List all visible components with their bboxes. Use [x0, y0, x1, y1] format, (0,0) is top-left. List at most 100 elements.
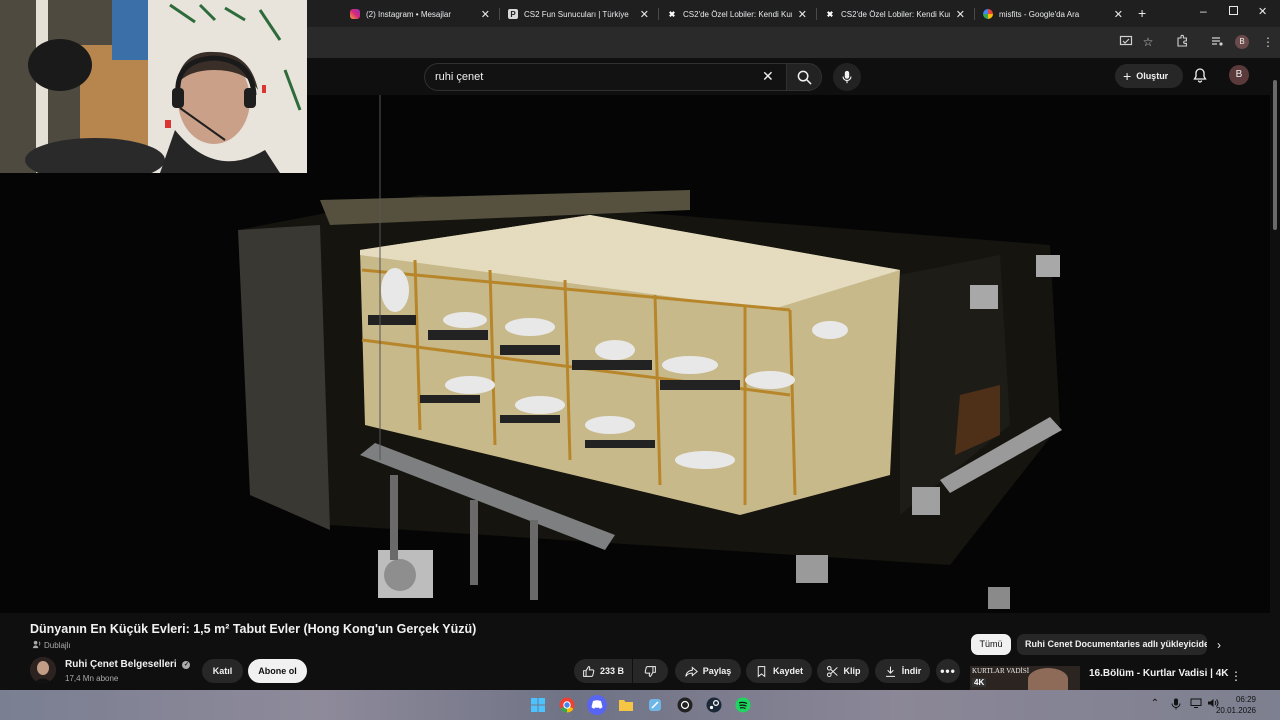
recommendation-thumbnail[interactable]: KURTLAR VADİSİ 4K — [970, 666, 1080, 690]
close-icon[interactable]: ✕ — [798, 8, 807, 21]
plus-icon: + — [1123, 68, 1132, 84]
thumbnail-face — [1028, 668, 1068, 690]
chevron-up-icon[interactable]: ⌃ — [1149, 698, 1161, 710]
kebab-menu-icon[interactable]: ⋮ — [1230, 669, 1242, 683]
more-actions-button[interactable]: ••• — [936, 659, 960, 683]
chip-all[interactable]: Tümü — [971, 634, 1011, 655]
close-icon[interactable]: ✕ — [956, 8, 965, 21]
create-label: Oluştur — [1136, 71, 1169, 81]
microphone-icon[interactable] — [1170, 698, 1182, 710]
site-icon: ✖ — [826, 9, 834, 19]
voice-search-button[interactable] — [833, 63, 861, 91]
scissors-icon — [826, 665, 838, 677]
subscribe-label: Abone ol — [258, 666, 297, 676]
thumbnail-badge: 4K — [972, 678, 987, 687]
discord-icon[interactable] — [587, 695, 607, 715]
close-icon[interactable]: ✕ — [640, 8, 649, 21]
dubbed-badge: Dublajlı — [32, 640, 71, 651]
share-button[interactable]: Paylaş — [675, 659, 741, 683]
cast-icon[interactable] — [1118, 34, 1134, 50]
scrollbar-thumb[interactable] — [1273, 80, 1277, 230]
google-icon — [983, 9, 993, 19]
thumbs-down-icon — [644, 665, 656, 677]
clock-time: 06:29 — [1235, 695, 1256, 704]
tab-instagram[interactable]: (2) Instagram • Mesajlar ✕ — [342, 3, 498, 25]
system-clock[interactable]: 06:29 20.01.2026 — [1216, 694, 1256, 716]
channel-avatar[interactable] — [30, 657, 56, 683]
thumbs-up-icon — [583, 665, 595, 677]
profile-avatar[interactable]: B — [1235, 35, 1249, 49]
notifications-bell-icon[interactable] — [1192, 67, 1208, 83]
github-icon[interactable] — [675, 695, 695, 715]
tab-title: CS2'de Özel Lobiler: Kendi Kura — [683, 9, 792, 19]
tab-title: misfits - Google'da Ara — [999, 9, 1080, 19]
recommendation-title[interactable]: 16.Bölüm - Kurtlar Vadisi | 4K — [1089, 668, 1229, 679]
instagram-icon — [350, 9, 360, 19]
microphone-icon — [842, 70, 852, 84]
tab-cs2-fun[interactable]: P CS2 Fun Sunucuları | Türkiye ✕ — [500, 3, 657, 25]
join-button[interactable]: Katıl — [202, 659, 243, 683]
search-icon — [797, 70, 812, 85]
media-control-icon[interactable] — [1209, 34, 1225, 50]
thumbnail-text: KURTLAR VADİSİ — [972, 667, 1030, 675]
clip-button[interactable]: Klip — [817, 659, 869, 683]
spotify-icon[interactable] — [733, 695, 753, 715]
channel-name-text: Ruhi Çenet Belgeselleri — [65, 659, 177, 670]
share-label: Paylaş — [702, 666, 732, 676]
subscribe-button[interactable]: Abone ol — [248, 659, 307, 683]
account-avatar[interactable]: B — [1229, 65, 1249, 85]
clear-search-icon[interactable]: ✕ — [762, 68, 774, 85]
dubbed-label: Dublajlı — [44, 641, 71, 650]
channel-name[interactable]: Ruhi Çenet Belgeselleri ✓ — [65, 659, 191, 670]
tab-cs2-lobiler-2[interactable]: ✖ CS2'de Özel Lobiler: Kendi Kura ✕ — [817, 3, 973, 25]
save-button[interactable]: Kaydet — [746, 659, 812, 683]
dubbed-icon — [32, 640, 41, 651]
verified-check-icon: ✓ — [182, 661, 191, 669]
download-label: İndir — [901, 666, 922, 676]
site-icon: ✖ — [668, 9, 676, 19]
steam-icon[interactable] — [704, 695, 724, 715]
new-tab-button[interactable]: + — [1138, 5, 1146, 21]
join-label: Katıl — [212, 666, 233, 676]
webcam-overlay — [0, 0, 307, 173]
like-count: 233 B — [599, 666, 625, 676]
save-label: Kaydet — [772, 666, 803, 676]
network-icon[interactable] — [1190, 698, 1202, 710]
tab-title: CS2 Fun Sunucuları | Türkiye — [524, 9, 629, 19]
chevron-right-icon[interactable]: › — [1217, 638, 1221, 652]
windows-taskbar: ⌃ 06:29 20.01.2026 — [0, 690, 1280, 720]
video-info-section: Dünyanın En Küçük Evleri: 1,5 m² Tabut E… — [0, 613, 1270, 690]
tab-title: (2) Instagram • Mesajlar — [366, 9, 452, 19]
site-icon: P — [508, 9, 518, 19]
menu-kebab-icon[interactable]: ⋮ — [1260, 34, 1276, 50]
more-horizontal-icon: ••• — [940, 664, 956, 678]
dislike-button[interactable] — [633, 659, 668, 683]
file-explorer-icon[interactable] — [616, 695, 636, 715]
share-icon — [685, 665, 698, 677]
snipping-tool-icon[interactable] — [645, 695, 665, 715]
chrome-icon[interactable] — [557, 695, 577, 715]
video-title: Dünyanın En Küçük Evleri: 1,5 m² Tabut E… — [30, 622, 477, 636]
chip-channel-uploads[interactable]: Ruhi Cenet Documentaries adlı yükleyicid… — [1017, 634, 1207, 655]
tab-google-misfits[interactable]: misfits - Google'da Ara ✕ — [975, 3, 1131, 25]
tab-cs2-lobiler[interactable]: ✖ CS2'de Özel Lobiler: Kendi Kura ✕ — [659, 3, 815, 25]
like-button[interactable]: 233 B — [574, 659, 632, 683]
close-icon[interactable]: ✕ — [481, 8, 490, 21]
clock-date: 20.01.2026 — [1215, 706, 1256, 715]
close-icon[interactable]: ✕ — [1114, 8, 1123, 21]
minimize-button[interactable]: – — [1200, 4, 1207, 18]
search-input[interactable]: ruhi çenet — [424, 63, 786, 91]
download-button[interactable]: İndir — [875, 659, 930, 683]
window-close-button[interactable]: ✕ — [1258, 5, 1267, 18]
tab-title: CS2'de Özel Lobiler: Kendi Kura — [841, 9, 950, 19]
extensions-icon[interactable] — [1174, 34, 1190, 50]
bookmark-icon — [757, 665, 766, 677]
create-button[interactable]: + Oluştur — [1115, 64, 1183, 88]
download-icon — [885, 666, 895, 677]
search-button[interactable] — [786, 63, 822, 91]
windows-start-icon[interactable] — [528, 695, 548, 715]
clip-label: Klip — [843, 666, 861, 676]
bookmark-star-icon[interactable]: ☆ — [1140, 34, 1156, 50]
subscriber-count: 17,4 Mn abone — [65, 674, 119, 683]
maximize-button[interactable] — [1229, 6, 1238, 15]
